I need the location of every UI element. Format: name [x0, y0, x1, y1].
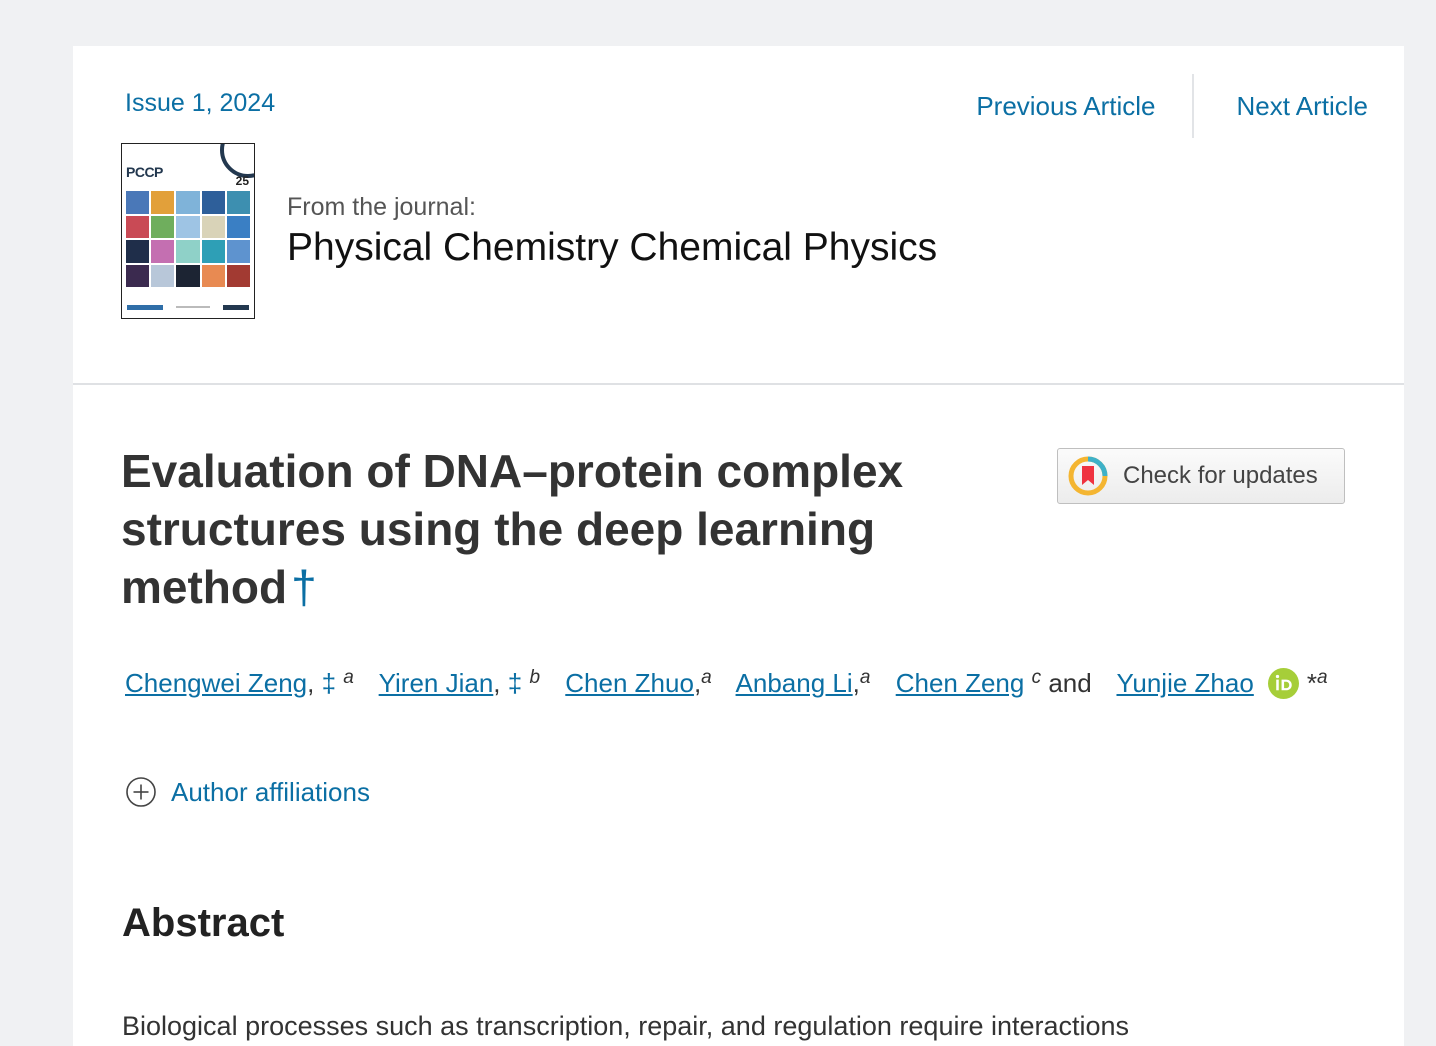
cover-artwork-grid: [126, 191, 250, 287]
author-link[interactable]: Anbang Li: [736, 668, 853, 698]
author-mark: *: [1306, 668, 1317, 698]
cover-footer: [127, 301, 249, 313]
author-link[interactable]: Chen Zhuo: [565, 668, 694, 698]
title-footnote-mark[interactable]: †: [291, 561, 317, 613]
next-article-link[interactable]: Next Article: [1237, 91, 1369, 122]
article-navigation: Previous Article Next Article: [976, 74, 1368, 138]
affiliation-marker[interactable]: a: [701, 667, 712, 688]
check-for-updates-label: Check for updates: [1123, 462, 1318, 489]
check-for-updates-button[interactable]: Check for updates: [1057, 448, 1345, 504]
author-link[interactable]: Yiren Jian: [379, 668, 494, 698]
journal-cover-image[interactable]: PCCP 25: [121, 143, 255, 319]
journal-from-label: From the journal:: [287, 193, 476, 221]
affiliation-marker[interactable]: a: [860, 667, 871, 688]
affiliation-marker[interactable]: c: [1032, 667, 1042, 688]
author-mark: ‡: [507, 668, 523, 698]
affiliation-marker[interactable]: b: [529, 667, 540, 688]
abstract-text: Biological processes such as transcripti…: [122, 1011, 1130, 1041]
and-label: and: [1048, 668, 1092, 698]
cover-title: PCCP: [126, 164, 163, 180]
plus-circle-icon: [126, 777, 156, 807]
author-affiliations-toggle[interactable]: Author affiliations: [125, 774, 370, 810]
article-title: Evaluation of DNA–protein complex struct…: [121, 442, 1011, 616]
author-link[interactable]: Chengwei Zeng: [125, 668, 307, 698]
header-divider: [73, 383, 1404, 385]
nav-divider: [1191, 74, 1194, 138]
journal-name: Physical Chemistry Chemical Physics: [287, 226, 938, 269]
cover-volume: 25: [235, 174, 249, 188]
issue-link[interactable]: Issue 1, 2024: [125, 89, 275, 118]
author-separator: ,: [852, 668, 860, 698]
author-separator: ,: [493, 668, 501, 698]
orcid-icon[interactable]: [1267, 668, 1299, 699]
previous-article-link[interactable]: Previous Article: [976, 91, 1155, 122]
crossmark-icon: [1068, 456, 1108, 496]
author-link[interactable]: Chen Zeng: [896, 668, 1025, 698]
affiliation-marker[interactable]: a: [1317, 667, 1328, 688]
abstract-heading: Abstract: [122, 901, 285, 945]
author-affiliations-label: Author affiliations: [171, 776, 370, 807]
cover-arc-decoration: [220, 144, 254, 178]
article-title-text: Evaluation of DNA–protein complex struct…: [121, 445, 904, 613]
author-mark: ‡: [321, 668, 337, 698]
affiliation-marker[interactable]: a: [343, 667, 354, 688]
author-separator: ,: [307, 668, 315, 698]
article-card: Issue 1, 2024 Previous Article Next Arti…: [73, 46, 1404, 1046]
author-list: Chengwei Zeng, ‡ a Yiren Jian, ‡ b Chen …: [125, 667, 1328, 699]
author-link[interactable]: Yunjie Zhao: [1116, 668, 1253, 698]
